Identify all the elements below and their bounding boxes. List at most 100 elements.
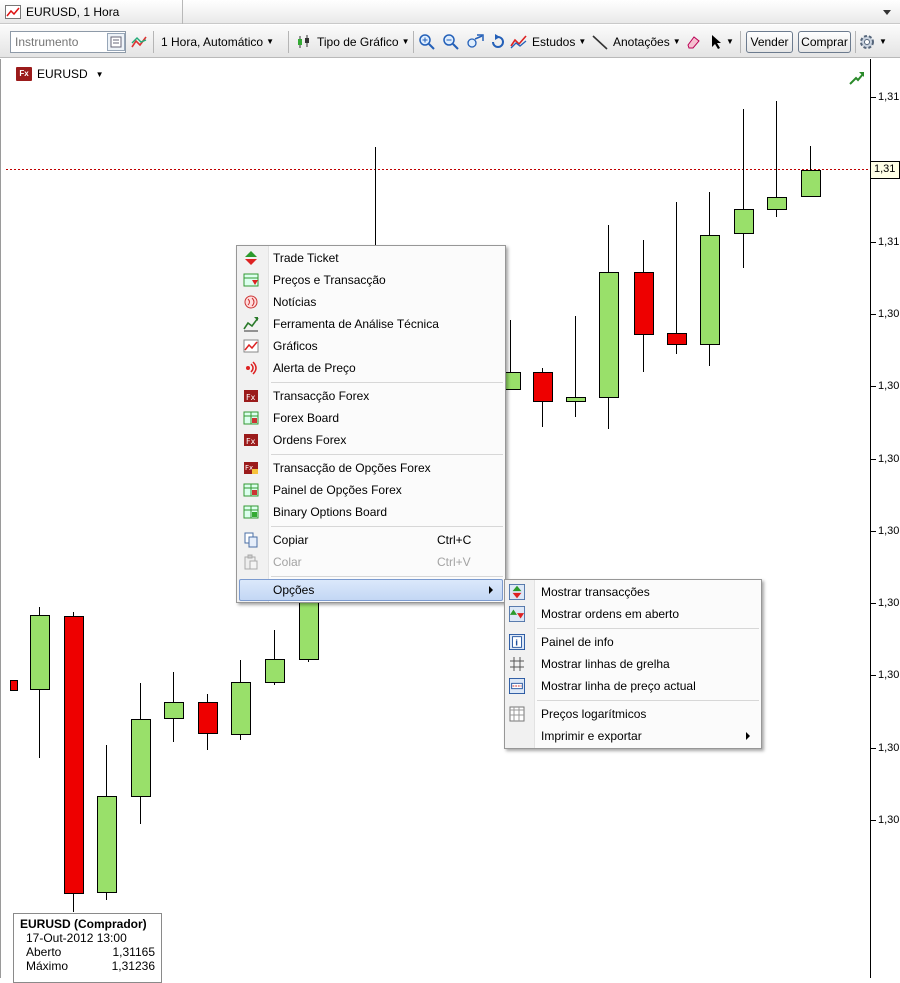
chart-icon	[243, 339, 259, 353]
period-dropdown[interactable]: 1 Hora, Automático ▼	[161, 25, 274, 58]
period-label: 1 Hora, Automático	[161, 34, 264, 49]
toolbar-separator	[288, 31, 289, 53]
grid-icon	[510, 657, 524, 671]
zoom-out-button[interactable]	[442, 25, 460, 58]
chart-type-label: Tipo de Gráfico	[317, 34, 399, 49]
fx-icon: Fx	[244, 434, 258, 446]
info-panel: EURUSD (Comprador) 17-Out-2012 13:00 Abe…	[13, 913, 162, 983]
settings-dropdown[interactable]: ▼	[858, 25, 887, 58]
menu-item-label: Colar	[273, 555, 302, 569]
annotations-dropdown[interactable]: Anotações ▼	[591, 25, 681, 58]
studies-dropdown[interactable]: Estudos ▼	[510, 25, 586, 58]
chevron-down-icon: ▼	[578, 37, 587, 46]
menu-item-options[interactable]: Opções	[239, 579, 503, 601]
fit-button[interactable]	[465, 25, 485, 58]
eraser-button[interactable]	[685, 25, 701, 58]
zoom-in-button[interactable]	[418, 25, 436, 58]
menu-item-shortcut: Ctrl+C	[437, 533, 472, 547]
menu-item-forex-options-panel[interactable]: Painel de Opções Forex	[239, 479, 503, 501]
menu-item-label: Mostrar transacções	[541, 585, 650, 599]
menu-item-label: Copiar	[273, 533, 309, 547]
chevron-down-icon: ▼	[879, 37, 887, 46]
chevron-down-icon: ▼	[95, 69, 104, 79]
price-axis-tick	[870, 675, 876, 676]
menu-item-label: Mostrar linha de preço actual	[541, 679, 696, 693]
period-wizard-button[interactable]	[130, 25, 148, 58]
menu-item-label: Ferramenta de Análise Técnica	[273, 317, 439, 331]
submenu-item-info-panel[interactable]: i Painel de info	[507, 631, 759, 653]
submenu-item-show-trades[interactable]: Mostrar transacções	[507, 581, 759, 603]
board-icon	[243, 505, 259, 519]
current-price-tag: 1,31	[870, 161, 900, 179]
trades-icon	[509, 584, 525, 600]
price-axis-label: 1,31	[878, 91, 900, 103]
menu-item-binary-options-board[interactable]: Binary Options Board	[239, 501, 503, 523]
fit-icon	[467, 33, 484, 48]
menu-item-forex-trade[interactable]: Fx Transacção Forex	[239, 385, 503, 407]
instrument-list-icon	[110, 36, 122, 48]
chevron-down-icon: ▼	[266, 37, 274, 46]
chevron-right-icon	[746, 732, 750, 740]
menu-item-label: Transacção Forex	[273, 389, 370, 403]
menu-item-forex-options-trade[interactable]: Fx Transacção de Opções Forex	[239, 457, 503, 479]
submenu-item-print-export[interactable]: Imprimir e exportar	[507, 725, 759, 747]
menu-item-label: Opções	[273, 583, 315, 597]
price-axis-line	[870, 59, 871, 978]
price-axis-tick	[870, 242, 876, 243]
symbol-selector[interactable]: Fx EURUSD ▼	[16, 67, 104, 81]
alert-icon	[246, 361, 257, 375]
reset-button[interactable]	[489, 25, 507, 58]
submenu-item-show-open-orders[interactable]: Mostrar ordens em aberto	[507, 603, 759, 625]
info-row: Máximo 1,31236	[20, 959, 155, 973]
instrument-picker-button[interactable]	[107, 33, 125, 51]
context-menu: Trade Ticket Preços e Transacção Notícia…	[236, 245, 506, 603]
info-title: EURUSD (Comprador)	[20, 917, 147, 931]
menu-separator	[271, 382, 503, 383]
window-menu-icon[interactable]	[880, 5, 894, 19]
svg-text:Fx: Fx	[246, 437, 256, 446]
prices-icon	[243, 273, 259, 287]
menu-item-forex-board[interactable]: Forex Board	[239, 407, 503, 429]
pointer-dropdown[interactable]: ▼	[709, 25, 734, 58]
news-icon	[244, 295, 258, 309]
chevron-down-icon: ▼	[401, 37, 410, 46]
chart-type-dropdown[interactable]: Tipo de Gráfico ▼	[296, 25, 410, 58]
menu-item-trade-ticket[interactable]: Trade Ticket	[239, 247, 503, 269]
price-axis-label: 1,30	[878, 453, 900, 465]
title-bar: EURUSD, 1 Hora	[0, 0, 900, 24]
studies-icon	[510, 34, 527, 48]
period-icon	[131, 36, 147, 47]
menu-item-price-alert[interactable]: Alerta de Preço	[239, 357, 503, 379]
info-row: Aberto 1,31165	[20, 945, 155, 959]
menu-item-copy[interactable]: Copiar Ctrl+C	[239, 529, 503, 551]
menu-item-charts[interactable]: Gráficos	[239, 335, 503, 357]
price-axis-tick	[870, 459, 876, 460]
submenu-item-log-prices[interactable]: Preços logarítmicos	[507, 703, 759, 725]
gear-icon	[860, 34, 874, 49]
title-separator	[182, 0, 183, 24]
submenu-item-current-price-line[interactable]: Mostrar linha de preço actual	[507, 675, 759, 697]
toolbar-separator	[413, 31, 414, 53]
annotations-label: Anotações	[613, 34, 670, 49]
options-submenu: Mostrar transacções Mostrar ordens em ab…	[504, 579, 762, 749]
price-axis-label: 1,30	[878, 742, 900, 754]
info-datetime-row: 17-Out-2012 13:00	[20, 931, 155, 945]
menu-item-label: Forex Board	[273, 411, 340, 425]
menu-item-label: Transacção de Opções Forex	[273, 461, 431, 475]
menu-item-label: Notícias	[273, 295, 317, 309]
menu-separator	[271, 576, 503, 577]
menu-item-label: Imprimir e exportar	[541, 729, 642, 743]
menu-item-forex-orders[interactable]: Fx Ordens Forex	[239, 429, 503, 451]
menu-item-prices[interactable]: Preços e Transacção	[239, 269, 503, 291]
price-axis-tick	[870, 531, 876, 532]
menu-item-news[interactable]: Notícias	[239, 291, 503, 313]
trend-up-icon	[849, 72, 864, 85]
submenu-item-grid-lines[interactable]: Mostrar linhas de grelha	[507, 653, 759, 675]
buy-button[interactable]: Comprar	[798, 31, 851, 53]
menu-item-label: Preços e Transacção	[273, 273, 386, 287]
sell-button[interactable]: Vender	[746, 31, 793, 53]
chevron-right-icon	[489, 586, 493, 594]
price-axis-label: 1,30	[878, 525, 900, 537]
price-line-icon	[509, 678, 525, 694]
menu-item-analysis-tool[interactable]: Ferramenta de Análise Técnica	[239, 313, 503, 335]
